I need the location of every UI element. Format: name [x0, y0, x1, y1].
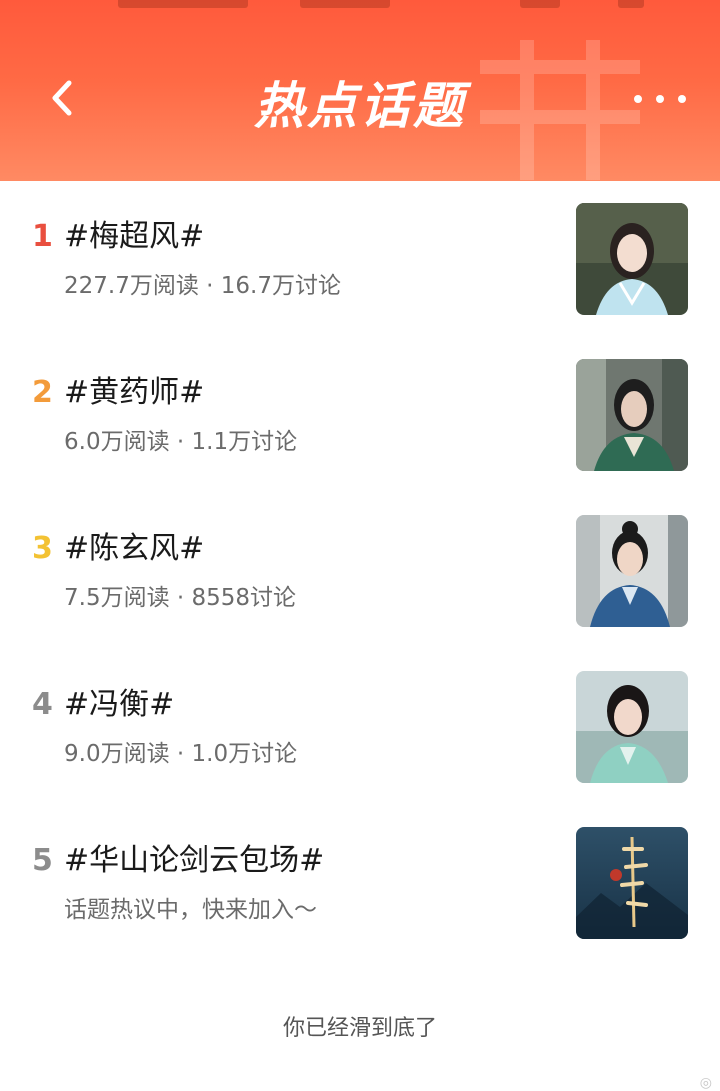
- topic-title[interactable]: #华山论剑云包场#: [64, 841, 324, 881]
- topic-thumbnail[interactable]: [576, 671, 688, 783]
- topic-title[interactable]: #黄药师#: [64, 373, 204, 413]
- topic-title[interactable]: #梅超风#: [64, 217, 204, 257]
- topic-row-2[interactable]: 2 #黄药师# 6.0万阅读 · 1.1万讨论: [0, 337, 720, 493]
- topic-thumbnail[interactable]: [576, 515, 688, 627]
- rank-number: 5: [32, 843, 53, 878]
- topic-row-1[interactable]: 1 #梅超风# 227.7万阅读 · 16.7万讨论: [0, 181, 720, 337]
- topic-stats: 9.0万阅读 · 1.0万讨论: [64, 741, 298, 767]
- topic-stats: 227.7万阅读 · 16.7万讨论: [64, 273, 341, 299]
- topic-title[interactable]: #陈玄风#: [64, 529, 204, 569]
- more-dot-icon: [678, 95, 686, 103]
- rank-number: 3: [32, 531, 53, 566]
- rank-number: 4: [32, 687, 53, 722]
- topic-thumbnail[interactable]: [576, 359, 688, 471]
- topic-stats: 7.5万阅读 · 8558讨论: [64, 585, 297, 611]
- topic-row-3[interactable]: 3 #陈玄风# 7.5万阅读 · 8558讨论: [0, 493, 720, 649]
- topic-title[interactable]: #冯衡#: [64, 685, 174, 725]
- topic-stats: 话题热议中，快来加入～: [64, 897, 317, 923]
- topic-thumbnail[interactable]: [576, 827, 688, 939]
- status-bar: [0, 0, 720, 18]
- rank-number: 1: [32, 219, 53, 254]
- topic-row-5[interactable]: 5 #华山论剑云包场# 话题热议中，快来加入～: [0, 805, 720, 961]
- topic-row-4[interactable]: 4 #冯衡# 9.0万阅读 · 1.0万讨论: [0, 649, 720, 805]
- topic-thumbnail[interactable]: [576, 203, 688, 315]
- watermark-icon: ◎: [699, 1075, 712, 1091]
- topic-stats: 6.0万阅读 · 1.1万讨论: [64, 429, 298, 455]
- hot-topic-list: 1 #梅超风# 227.7万阅读 · 16.7万讨论 2 #黄药师# 6.0万阅…: [0, 181, 720, 961]
- more-dot-icon: [634, 95, 642, 103]
- more-dot-icon: [656, 95, 664, 103]
- header-bar: 热点话题: [0, 0, 720, 181]
- more-button[interactable]: [634, 82, 686, 116]
- rank-number: 2: [32, 375, 53, 410]
- end-of-list-text: 你已经滑到底了: [282, 1016, 437, 1041]
- page-title: 热点话题: [254, 77, 466, 135]
